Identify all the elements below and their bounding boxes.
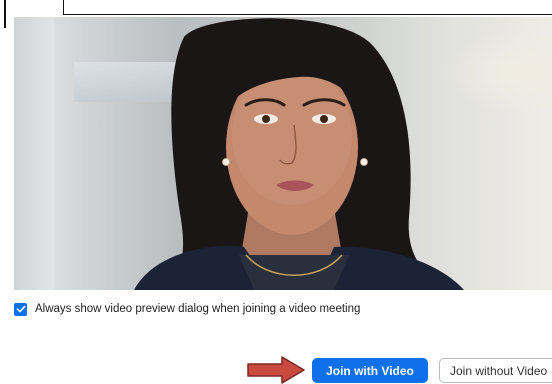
- checkmark-icon: [16, 305, 25, 313]
- always-show-preview-option[interactable]: Always show video preview dialog when jo…: [14, 302, 360, 316]
- always-show-preview-label: Always show video preview dialog when jo…: [35, 303, 361, 315]
- red-arrow-pointer: [247, 356, 305, 384]
- join-with-video-button[interactable]: Join with Video: [312, 358, 428, 383]
- left-rule: [4, 0, 6, 28]
- callout-box-edge: [63, 0, 552, 15]
- join-without-video-button[interactable]: Join without Video: [439, 358, 552, 383]
- video-preview: [14, 17, 552, 290]
- camera-feed-person: [134, 18, 464, 290]
- always-show-preview-checkbox[interactable]: [14, 302, 27, 316]
